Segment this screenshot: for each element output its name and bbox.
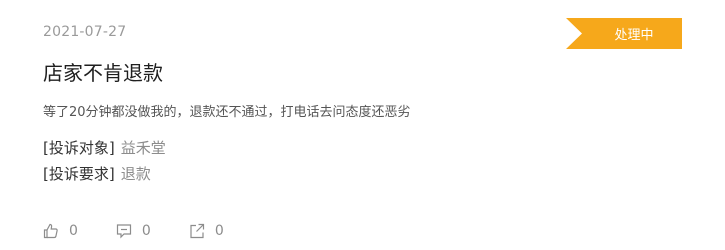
thumb-up-icon: [43, 223, 58, 239]
like-count: 0: [69, 223, 78, 239]
share-icon: [190, 223, 204, 239]
status-label: 处理中: [614, 28, 654, 43]
complaint-target: [投诉对象] 益禾堂: [43, 137, 166, 158]
complaint-title[interactable]: 店家不肯退款: [43, 57, 163, 86]
complaint-request-label: [投诉要求]: [43, 165, 115, 183]
complaint-target-value: 益禾堂: [120, 139, 166, 157]
complaint-card[interactable]: 2021-07-27 处理中 店家不肯退款 等了20分钟都没做我的，退款还不通过…: [0, 0, 725, 250]
comment-icon: [116, 224, 132, 239]
complaint-content: 等了20分钟都没做我的，退款还不通过，打电话去问态度还恶劣: [43, 105, 411, 120]
comment-button[interactable]: 0: [116, 223, 151, 239]
share-button[interactable]: 0: [189, 223, 224, 239]
action-bar: 0 0 0: [43, 223, 262, 239]
complaint-request-value: 退款: [120, 165, 151, 183]
complaint-target-label: [投诉对象]: [43, 139, 115, 157]
comment-count: 0: [141, 223, 151, 239]
like-button[interactable]: 0: [43, 223, 78, 239]
status-badge: 处理中: [566, 18, 682, 49]
complaint-request: [投诉要求] 退款: [43, 163, 151, 184]
complaint-date: 2021-07-27: [43, 24, 127, 40]
share-count: 0: [214, 223, 224, 239]
